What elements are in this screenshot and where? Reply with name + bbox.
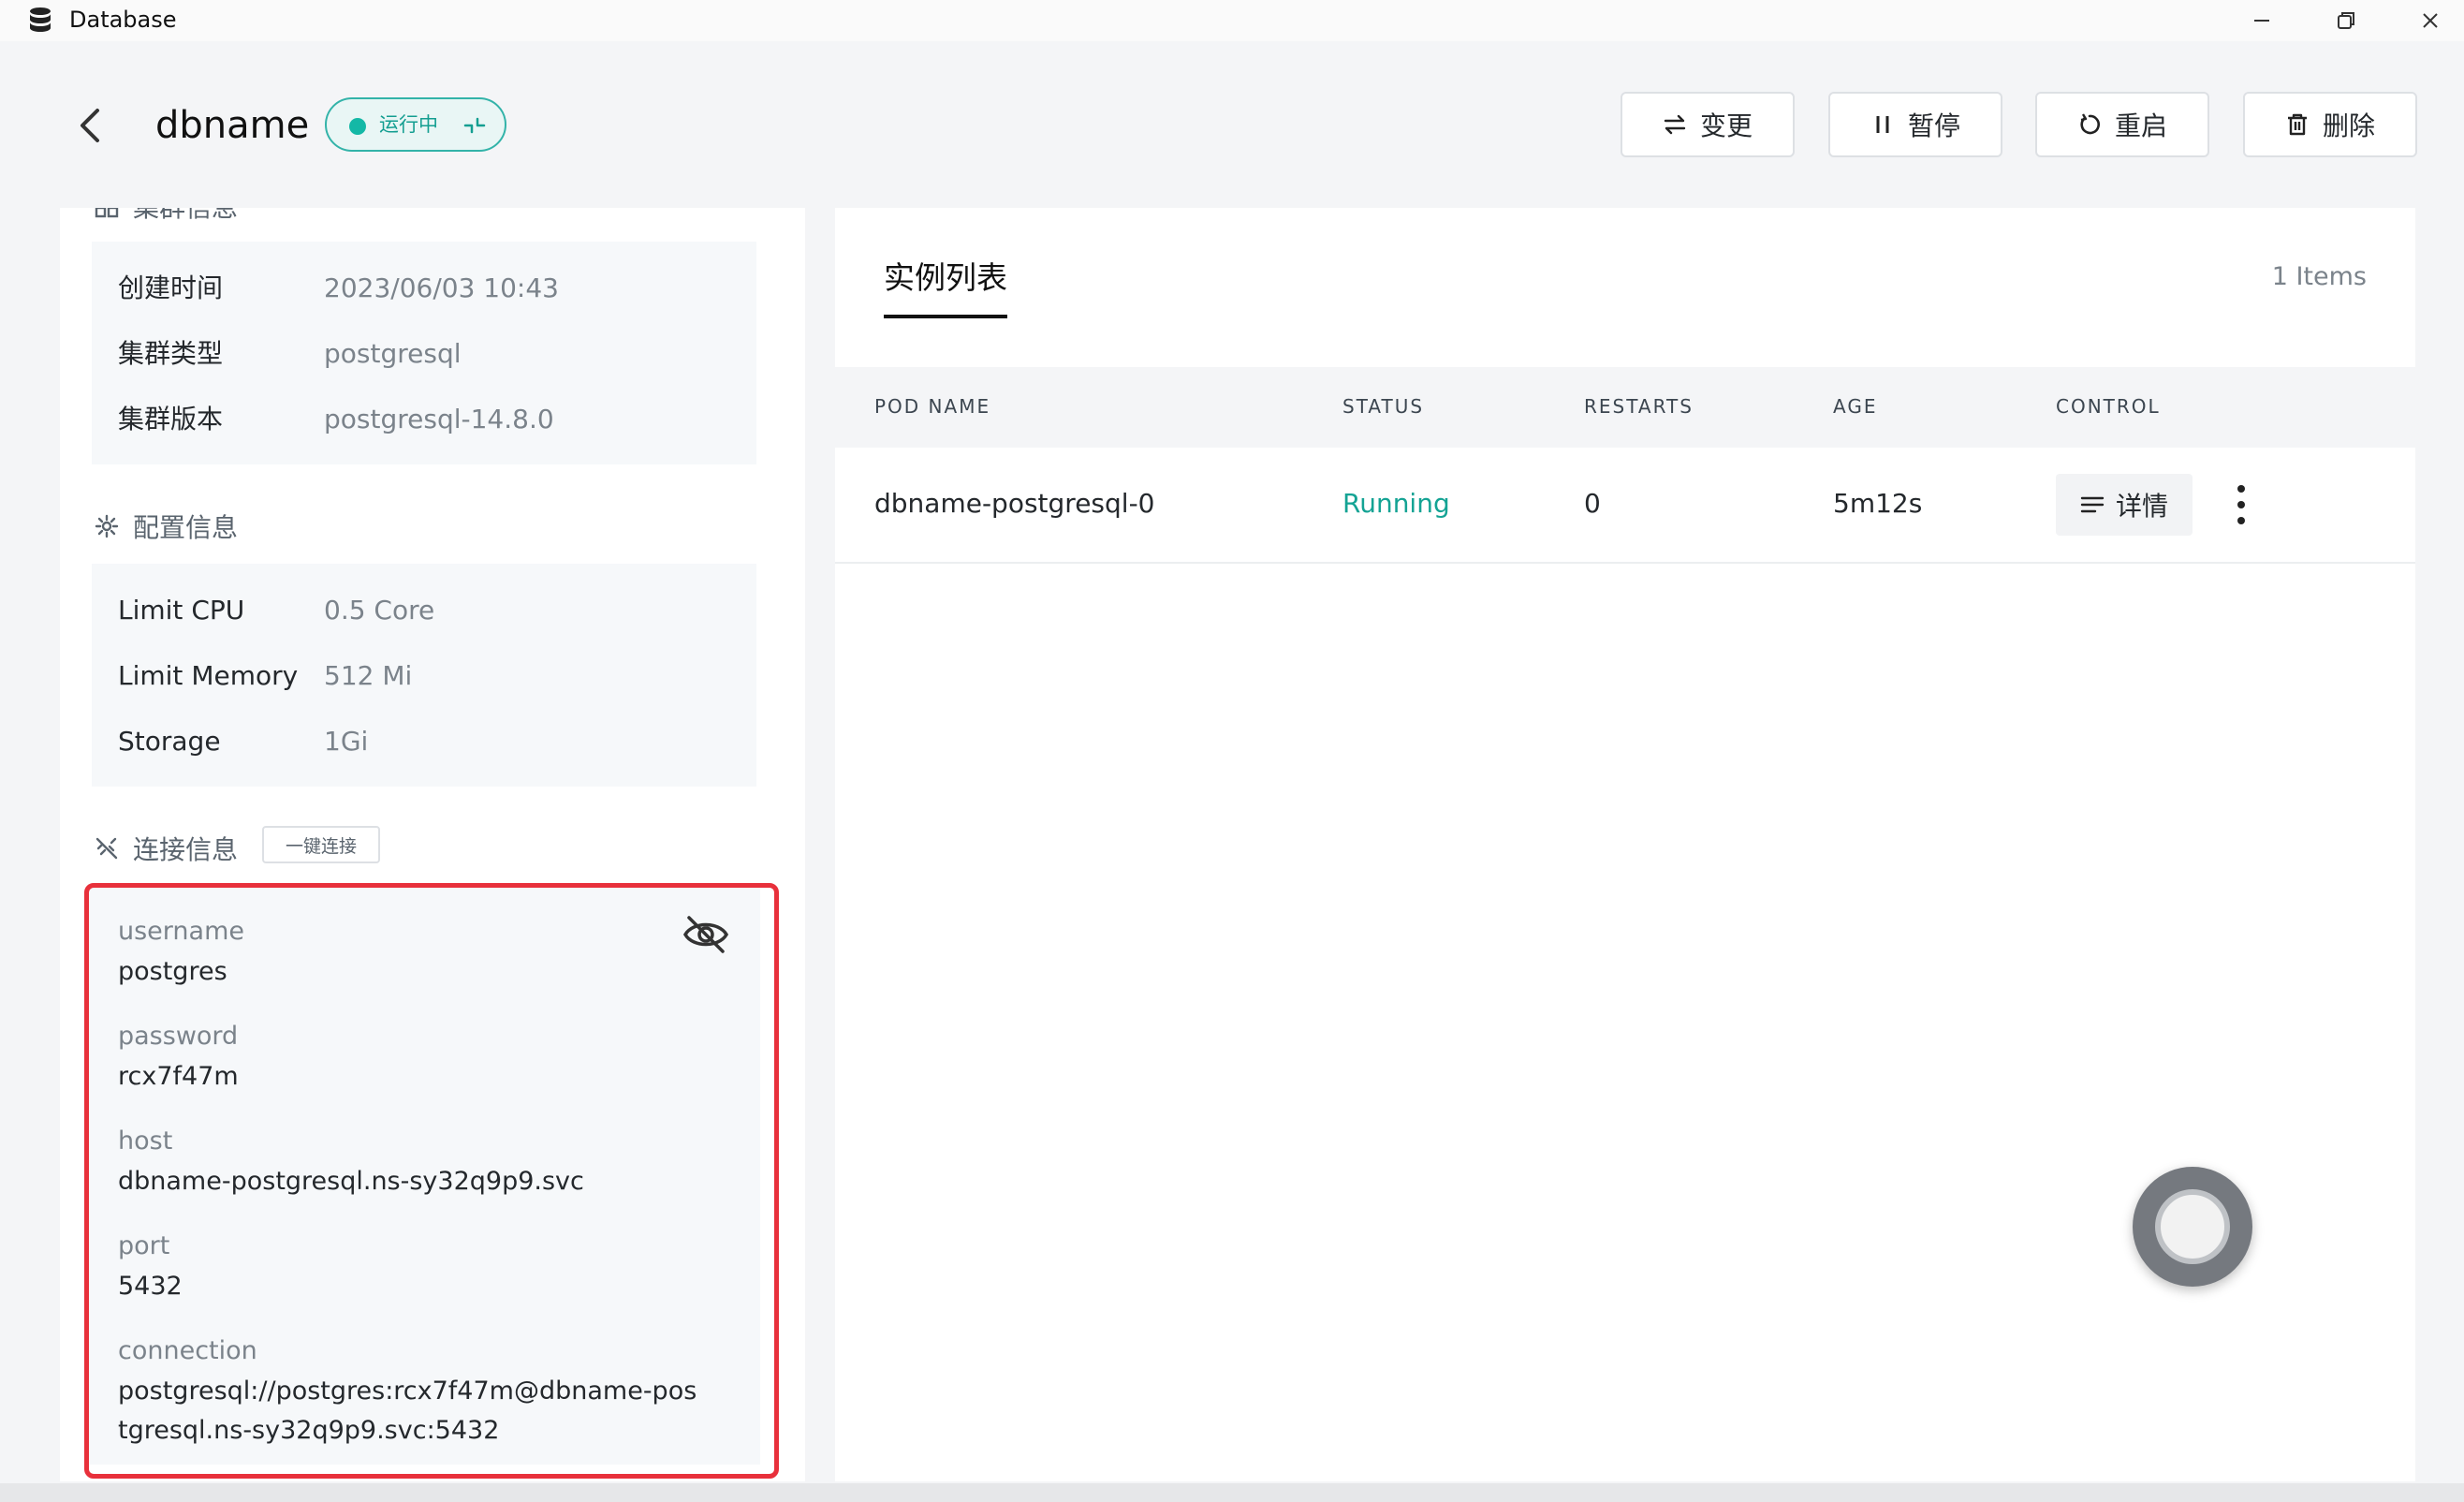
one-click-connect-button[interactable]: 一键连接 bbox=[262, 826, 380, 863]
created-time-value: 2023/06/03 10:43 bbox=[324, 272, 559, 303]
cluster-version-value: postgresql-14.8.0 bbox=[324, 404, 554, 434]
config-info-box: Limit CPU 0.5 Core Limit Memory 512 Mi S… bbox=[92, 564, 756, 787]
window-title: Database bbox=[69, 7, 177, 33]
delete-label: 删除 bbox=[2322, 110, 2375, 141]
pause-label: 暂停 bbox=[1907, 110, 1960, 141]
connection-info-heading: 连接信息 bbox=[94, 830, 238, 867]
cluster-type-value: postgresql bbox=[324, 338, 462, 369]
link-off-icon bbox=[95, 837, 118, 860]
items-count: 1 Items bbox=[2271, 262, 2367, 291]
storage-value: 1Gi bbox=[324, 726, 369, 757]
change-label: 变更 bbox=[1699, 110, 1753, 141]
restore-button[interactable] bbox=[2318, 2, 2374, 39]
more-options-icon[interactable] bbox=[2230, 481, 2252, 528]
floating-assistive-button[interactable] bbox=[2133, 1167, 2252, 1287]
connection-info-title: 连接信息 bbox=[133, 834, 239, 865]
minimize-button[interactable] bbox=[2234, 2, 2290, 39]
restarts-cell: 0 bbox=[1584, 488, 1601, 519]
storage-label: Storage bbox=[118, 726, 221, 757]
active-tab-indicator bbox=[884, 315, 1007, 318]
column-restarts: RESTARTS bbox=[1584, 395, 1694, 418]
column-status: STATUS bbox=[1342, 395, 1425, 418]
close-button[interactable] bbox=[2402, 2, 2458, 39]
tab-instance-list[interactable]: 实例列表 bbox=[884, 257, 1007, 300]
cluster-version-label: 集群版本 bbox=[118, 404, 224, 434]
floating-button-inner bbox=[2155, 1189, 2230, 1264]
instances-panel: 实例列表 1 Items POD NAME STATUS RESTARTS AG… bbox=[835, 208, 2415, 1481]
database-icon bbox=[30, 7, 51, 32]
limit-cpu-value: 0.5 Core bbox=[324, 595, 435, 626]
cluster-info-box: 创建时间 2023/06/03 10:43 集群类型 postgresql 集群… bbox=[92, 242, 756, 464]
restart-button[interactable]: 重启 bbox=[2035, 92, 2209, 157]
window-titlebar: Database bbox=[0, 0, 2464, 41]
limit-cpu-label: Limit CPU bbox=[118, 595, 245, 626]
swap-icon bbox=[1664, 114, 1686, 135]
restore-icon bbox=[2338, 12, 2354, 29]
pause-button[interactable]: 暂停 bbox=[1828, 92, 2002, 157]
details-button[interactable]: 详情 bbox=[2056, 474, 2193, 536]
column-pod-name: POD NAME bbox=[874, 395, 991, 418]
cluster-info-title: 集群信息 bbox=[133, 208, 238, 225]
config-info-heading: 配置信息 bbox=[94, 508, 238, 545]
column-age: AGE bbox=[1833, 395, 1878, 418]
trash-icon bbox=[2287, 113, 2307, 136]
highlight-frame bbox=[84, 883, 779, 1479]
list-icon bbox=[2080, 496, 2105, 513]
status-text: 运行中 bbox=[379, 113, 438, 136]
minimize-icon bbox=[2254, 20, 2269, 22]
database-name: dbname bbox=[155, 104, 310, 147]
grid-icon bbox=[95, 208, 119, 218]
bottom-scroll-strip bbox=[0, 1483, 2464, 1502]
collapse-icon[interactable] bbox=[462, 112, 488, 139]
status-cell: Running bbox=[1342, 488, 1450, 519]
gear-icon bbox=[95, 514, 119, 538]
details-label: 详情 bbox=[2115, 491, 2168, 522]
delete-button[interactable]: 删除 bbox=[2243, 92, 2417, 157]
table-row: dbname-postgresql-0 Running 0 5m12s 详情 bbox=[835, 448, 2415, 564]
config-info-title: 配置信息 bbox=[133, 512, 239, 543]
close-icon bbox=[2423, 13, 2438, 28]
status-dot bbox=[349, 118, 366, 135]
pause-icon bbox=[1876, 116, 1889, 133]
pod-name-cell: dbname-postgresql-0 bbox=[874, 488, 1155, 519]
limit-memory-value: 512 Mi bbox=[324, 660, 413, 691]
age-cell: 5m12s bbox=[1833, 488, 1923, 519]
cluster-info-heading: 集群信息 bbox=[94, 208, 238, 225]
table-header: POD NAME STATUS RESTARTS AGE CONTROL bbox=[835, 367, 2415, 448]
status-badge: 运行中 bbox=[325, 97, 506, 152]
change-button[interactable]: 变更 bbox=[1621, 92, 1795, 157]
created-time-label: 创建时间 bbox=[118, 272, 224, 303]
cluster-type-label: 集群类型 bbox=[118, 338, 224, 369]
limit-memory-label: Limit Memory bbox=[118, 660, 299, 691]
restart-icon bbox=[2080, 113, 2100, 135]
column-control: CONTROL bbox=[2056, 395, 2161, 418]
back-arrow-icon[interactable] bbox=[75, 105, 105, 146]
restart-label: 重启 bbox=[2114, 110, 2167, 141]
